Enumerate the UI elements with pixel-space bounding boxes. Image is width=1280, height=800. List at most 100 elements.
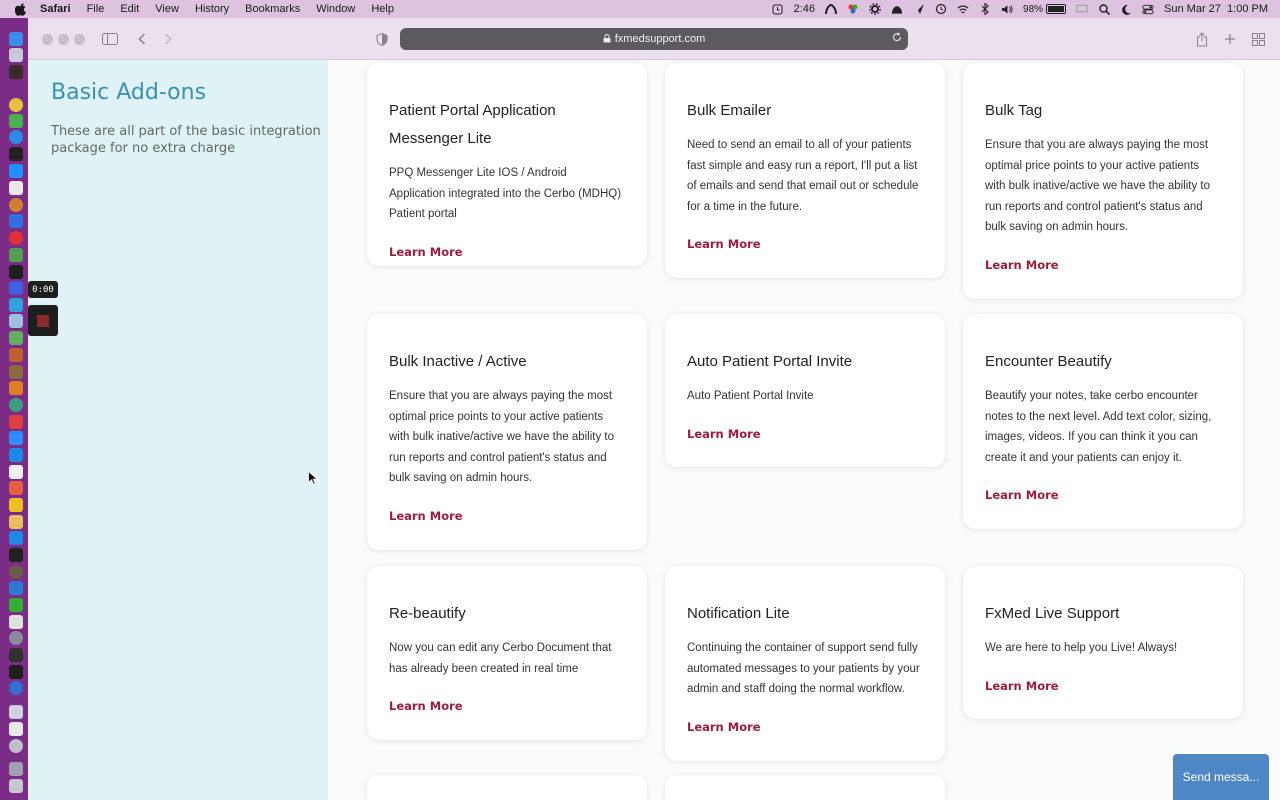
app-icon[interactable] bbox=[9, 181, 23, 195]
finder-icon[interactable] bbox=[9, 32, 23, 46]
menu-view[interactable]: View bbox=[155, 3, 179, 15]
gear-icon[interactable] bbox=[869, 3, 881, 15]
time-machine-icon[interactable] bbox=[935, 3, 947, 15]
moon-icon[interactable] bbox=[1120, 3, 1132, 15]
addon-card: Auto Patient Portal Invite Auto Patient … bbox=[665, 314, 945, 467]
datetime[interactable]: Sun Mar 27 1:00 PM bbox=[1164, 3, 1268, 15]
apple-icon[interactable] bbox=[14, 2, 28, 16]
learn-more-link[interactable]: Learn More bbox=[985, 679, 1221, 693]
learn-more-link[interactable]: Learn More bbox=[389, 509, 625, 523]
app-icon[interactable] bbox=[9, 665, 23, 679]
app-icon[interactable] bbox=[9, 114, 23, 128]
forward-icon[interactable] bbox=[159, 30, 177, 48]
app-icon[interactable] bbox=[9, 705, 23, 719]
launchpad-icon[interactable] bbox=[9, 48, 23, 62]
cloud-app-icon[interactable] bbox=[891, 3, 903, 15]
app-icon[interactable] bbox=[9, 381, 23, 395]
app-icon[interactable] bbox=[9, 65, 23, 79]
app-icon[interactable] bbox=[9, 739, 23, 753]
app-icon[interactable] bbox=[9, 515, 23, 529]
page-title: Basic Add-ons bbox=[51, 80, 207, 105]
app-icon[interactable] bbox=[9, 231, 23, 245]
app-icon[interactable] bbox=[9, 498, 23, 512]
terminal-icon[interactable] bbox=[9, 548, 23, 562]
share-icon[interactable] bbox=[1193, 30, 1211, 48]
app-store-icon[interactable] bbox=[9, 448, 23, 462]
app-icon[interactable] bbox=[9, 281, 23, 295]
menu-window[interactable]: Window bbox=[316, 3, 355, 15]
timer-icon[interactable] bbox=[772, 3, 784, 15]
safari-icon[interactable] bbox=[9, 130, 23, 144]
app-icon[interactable] bbox=[9, 481, 23, 495]
wifi-icon[interactable] bbox=[957, 3, 969, 15]
app-icon[interactable] bbox=[9, 565, 23, 579]
app-icon[interactable] bbox=[9, 465, 23, 479]
url-text: fxmedsupport.com bbox=[614, 33, 706, 45]
app-icon[interactable] bbox=[9, 248, 23, 262]
menu-app-name[interactable]: Safari bbox=[40, 3, 71, 15]
app-icon[interactable] bbox=[9, 722, 23, 736]
volume-icon[interactable] bbox=[1001, 3, 1013, 15]
app-status-icon[interactable] bbox=[825, 3, 838, 15]
sidebar-toggle-icon[interactable] bbox=[101, 30, 119, 48]
app-icon[interactable] bbox=[9, 415, 23, 429]
stop-recording-button[interactable] bbox=[28, 305, 58, 336]
menu-bookmarks[interactable]: Bookmarks bbox=[245, 3, 300, 15]
app-icon[interactable] bbox=[9, 265, 23, 279]
app-icon[interactable] bbox=[9, 531, 23, 545]
menu-help[interactable]: Help bbox=[371, 3, 394, 15]
battery-icon bbox=[1046, 4, 1067, 14]
reload-icon[interactable] bbox=[892, 32, 902, 45]
app-icon[interactable] bbox=[9, 298, 23, 312]
learn-more-link[interactable]: Learn More bbox=[687, 427, 923, 441]
settings-icon[interactable] bbox=[9, 631, 23, 645]
bluetooth-icon[interactable] bbox=[979, 3, 991, 15]
learn-more-link[interactable]: Learn More bbox=[687, 720, 923, 734]
control-center-icon[interactable] bbox=[1142, 3, 1154, 15]
search-icon[interactable] bbox=[1098, 3, 1110, 15]
app-icon[interactable] bbox=[9, 648, 23, 662]
send-app-icon[interactable] bbox=[913, 3, 925, 15]
app-icon[interactable] bbox=[9, 147, 23, 161]
card-title: Bulk Emailer bbox=[687, 102, 772, 119]
send-message-button[interactable]: Send messa... bbox=[1173, 754, 1269, 800]
learn-more-link[interactable]: Learn More bbox=[687, 237, 923, 251]
app-icon[interactable] bbox=[9, 762, 23, 776]
back-icon[interactable] bbox=[133, 30, 151, 48]
menu-file[interactable]: File bbox=[87, 3, 105, 15]
app-icon[interactable] bbox=[9, 348, 23, 362]
menu-bar: Safari File Edit View History Bookmarks … bbox=[0, 0, 1280, 18]
app-icon[interactable] bbox=[9, 331, 23, 345]
menu-history[interactable]: History bbox=[195, 3, 229, 15]
maximize-window-button[interactable] bbox=[74, 34, 85, 45]
new-tab-icon[interactable] bbox=[1221, 30, 1239, 48]
app-icon[interactable] bbox=[9, 598, 23, 612]
zoom-icon[interactable] bbox=[9, 431, 23, 445]
app-icon[interactable] bbox=[9, 615, 23, 629]
app-icon[interactable] bbox=[9, 198, 23, 212]
colorful-app-icon[interactable] bbox=[847, 3, 859, 15]
tab-overview-icon[interactable] bbox=[1249, 30, 1267, 48]
close-window-button[interactable] bbox=[42, 34, 53, 45]
app-icon[interactable] bbox=[9, 164, 23, 178]
sidebar-description: These are all part of the basic integrat… bbox=[51, 124, 321, 156]
privacy-shield-icon[interactable] bbox=[373, 30, 391, 48]
learn-more-link[interactable]: Learn More bbox=[389, 245, 625, 259]
app-icon[interactable] bbox=[9, 398, 23, 412]
menu-edit[interactable]: Edit bbox=[120, 3, 139, 15]
learn-more-link[interactable]: Learn More bbox=[389, 699, 625, 713]
address-bar[interactable]: fxmedsupport.com bbox=[400, 28, 908, 50]
learn-more-link[interactable]: Learn More bbox=[985, 258, 1221, 272]
app-icon[interactable] bbox=[9, 581, 23, 595]
display-icon[interactable] bbox=[1076, 3, 1088, 15]
trash-icon[interactable] bbox=[9, 779, 23, 793]
learn-more-link[interactable]: Learn More bbox=[985, 488, 1221, 502]
addon-card: Bulk Inactive / Active Ensure that you a… bbox=[367, 314, 647, 550]
app-icon[interactable] bbox=[9, 365, 23, 379]
app-icon[interactable] bbox=[9, 681, 23, 695]
minimize-window-button[interactable] bbox=[58, 34, 69, 45]
battery-status[interactable]: 98% bbox=[1023, 4, 1067, 15]
app-icon[interactable] bbox=[9, 214, 23, 228]
chrome-icon[interactable] bbox=[9, 98, 23, 112]
app-icon[interactable] bbox=[9, 314, 23, 328]
